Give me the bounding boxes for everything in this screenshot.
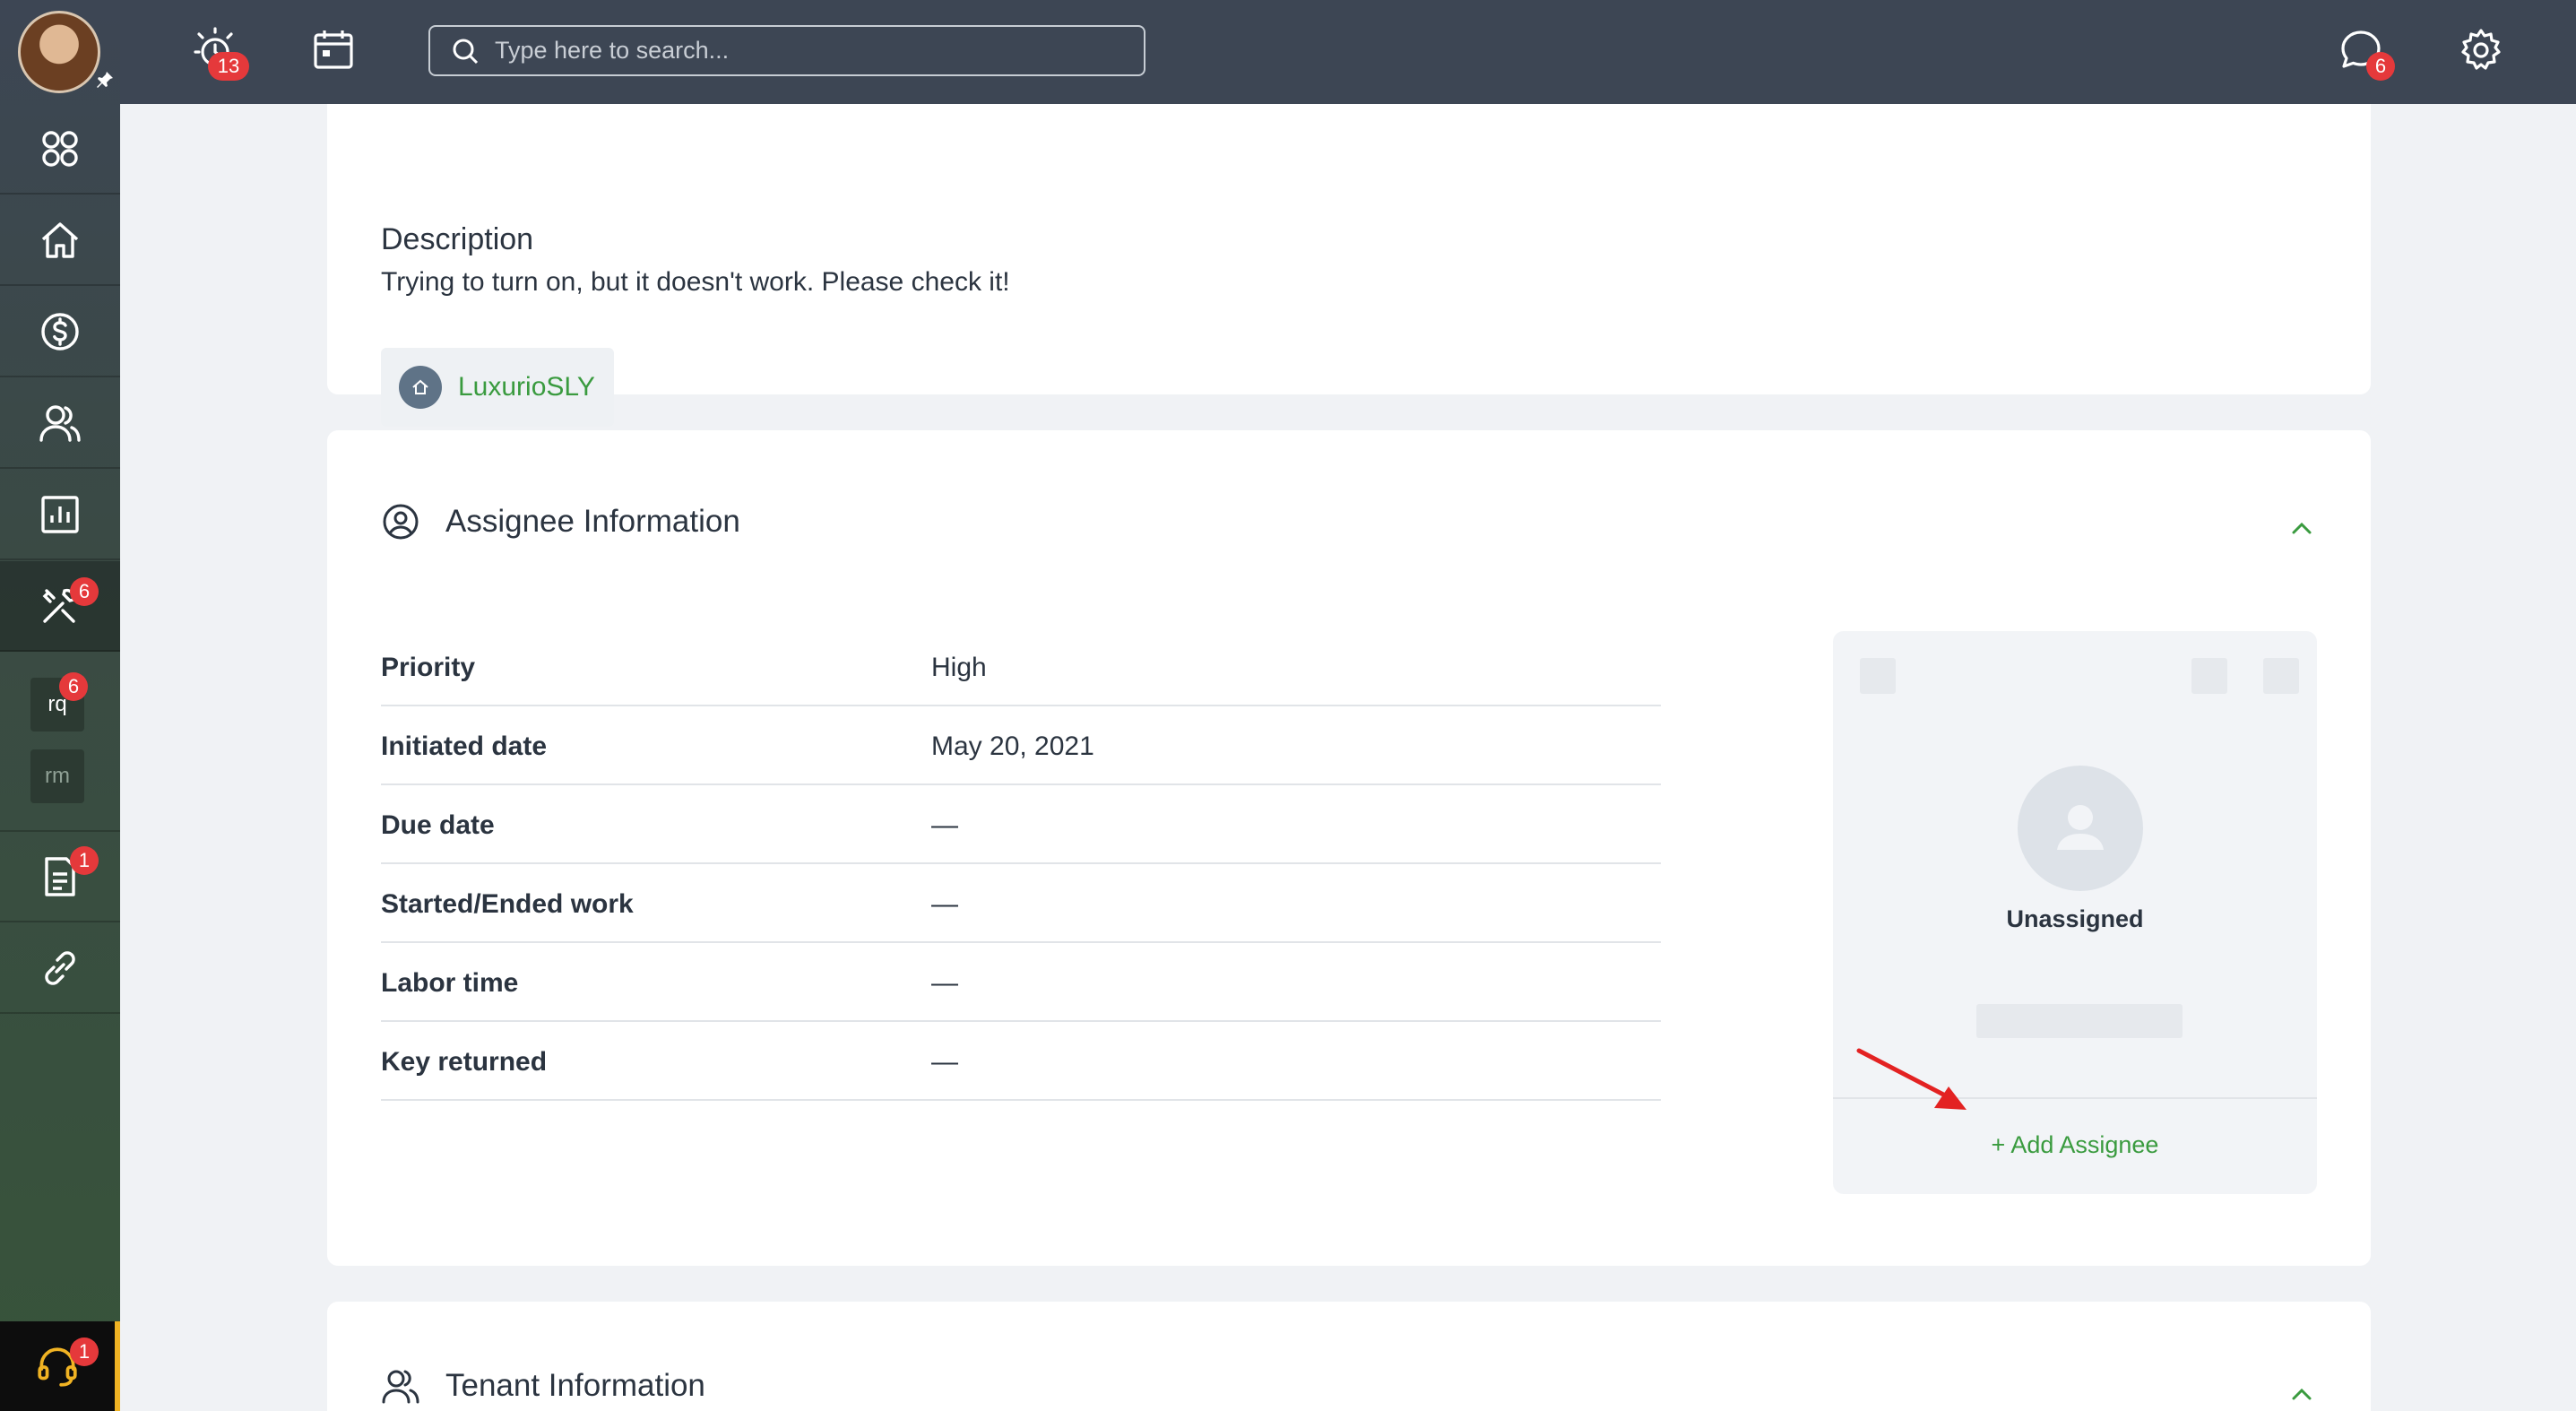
sidebar-item-links[interactable]	[0, 923, 120, 1014]
description-card: Description Trying to turn on, but it do…	[327, 104, 2371, 427]
row-value: May 20, 2021	[931, 731, 1094, 761]
property-chip[interactable]: LuxurioSLY	[381, 348, 614, 427]
grid-icon	[42, 130, 78, 167]
search-icon	[453, 39, 479, 64]
top-bar: 13 6	[0, 0, 2576, 104]
sidebar-item-people[interactable]	[0, 378, 120, 469]
documents-badge: 1	[70, 846, 99, 875]
placeholder-block	[2191, 658, 2227, 694]
support-badge: 1	[70, 1337, 99, 1366]
dollar-circle-icon	[41, 312, 79, 351]
row-label: Key returned	[381, 1047, 548, 1077]
annotation-arrow-icon	[1856, 1048, 1967, 1110]
users-icon	[382, 1370, 419, 1404]
user-placeholder-icon	[2057, 805, 2104, 850]
property-name: LuxurioSLY	[458, 372, 595, 402]
search-bar[interactable]	[428, 25, 1145, 76]
sidebar-item-payments[interactable]	[0, 287, 120, 377]
main-content: Description Trying to turn on, but it do…	[120, 104, 2576, 1411]
description-text: Trying to turn on, but it doesn't work. …	[381, 267, 1010, 297]
gear-icon[interactable]	[2458, 27, 2504, 74]
info-row-labor-time: Labor time —	[381, 943, 1661, 1022]
home-icon	[41, 221, 79, 258]
row-value: —	[931, 968, 958, 998]
maintenance-badge: 6	[70, 577, 99, 606]
support-button[interactable]	[0, 1321, 120, 1411]
info-row-started-ended-work: Started/Ended work —	[381, 864, 1661, 943]
assignee-section-title: Assignee Information	[445, 504, 740, 539]
rq-badge: 6	[59, 672, 88, 701]
row-label: Labor time	[381, 968, 519, 998]
placeholder-block	[2263, 658, 2299, 694]
sidebar-item-maintenance[interactable]	[0, 561, 120, 652]
info-row-due-date: Due date —	[381, 785, 1661, 864]
row-value: —	[931, 1047, 958, 1077]
assignee-avatar	[2018, 766, 2143, 891]
tenant-section-title: Tenant Information	[445, 1368, 705, 1403]
tenant-card: Tenant Information	[327, 1302, 2371, 1411]
chevron-up-icon[interactable]	[2286, 1379, 2317, 1409]
info-row-key-returned: Key returned —	[381, 1022, 1661, 1101]
row-value: —	[931, 889, 958, 919]
assignee-card: Assignee Information Priority High Initi…	[327, 430, 2371, 1266]
users-icon	[39, 404, 81, 442]
pin-icon	[97, 72, 113, 88]
row-label: Started/Ended work	[381, 889, 634, 919]
chat-badge: 6	[2366, 52, 2395, 81]
chevron-up-icon[interactable]	[2286, 513, 2317, 543]
home-icon	[399, 366, 442, 409]
sidebar-item-dashboard[interactable]	[0, 104, 120, 195]
user-avatar[interactable]	[18, 11, 100, 93]
add-assignee-button[interactable]: + Add Assignee	[1833, 1131, 2317, 1159]
calendar-icon[interactable]	[310, 27, 357, 74]
sidebar: 6 rq 6 rm 1 1	[0, 0, 120, 1411]
alerts-badge: 13	[208, 52, 249, 81]
description-title: Description	[381, 222, 534, 256]
row-label: Initiated date	[381, 731, 548, 761]
assignee-section-header[interactable]: Assignee Information	[381, 502, 740, 541]
row-value: —	[931, 810, 958, 840]
user-circle-icon	[383, 504, 419, 540]
bar-chart-icon	[41, 495, 79, 533]
sidebar-item-reports[interactable]	[0, 470, 120, 560]
placeholder-bar	[1976, 1004, 2183, 1038]
row-value: High	[931, 653, 987, 682]
tenant-section-header[interactable]: Tenant Information	[381, 1366, 705, 1406]
sidebar-item-rm[interactable]: rm	[30, 749, 84, 803]
assignee-status: Unassigned	[2006, 905, 2144, 932]
info-row-initiated-date: Initiated date May 20, 2021	[381, 706, 1661, 785]
info-row-priority: Priority High	[381, 628, 1661, 706]
sidebar-item-properties[interactable]	[0, 195, 120, 286]
sidebar-item-documents[interactable]	[0, 832, 120, 922]
row-label: Due date	[381, 810, 495, 840]
row-label: Priority	[381, 653, 476, 682]
placeholder-block	[1860, 658, 1896, 694]
search-input[interactable]	[495, 37, 1122, 65]
link-icon	[45, 950, 75, 985]
